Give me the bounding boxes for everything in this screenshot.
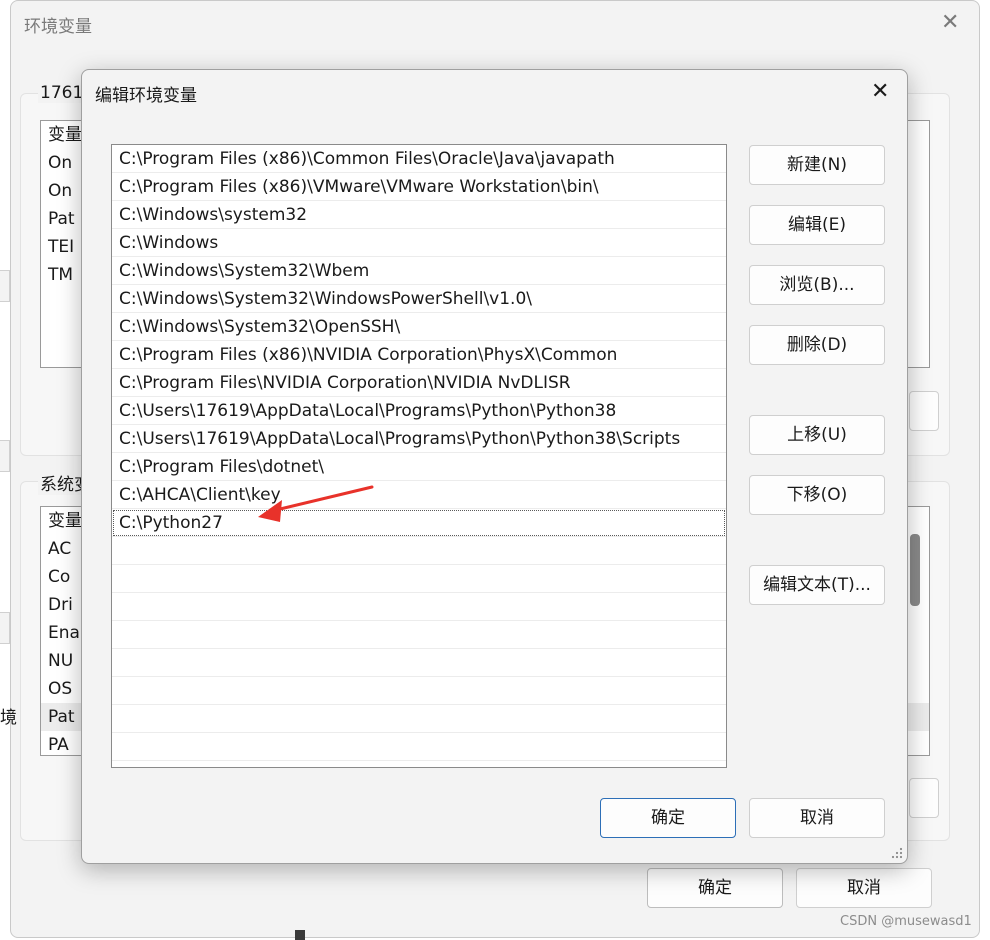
bg-close-icon[interactable]: ✕ (941, 10, 959, 36)
bg-scrollbar-thumb[interactable] (910, 534, 920, 606)
path-entry[interactable]: C:\Program Files (x86)\Common Files\Orac… (112, 145, 726, 173)
move-up-button[interactable]: 上移(U) (749, 415, 885, 455)
empty-row[interactable] (112, 761, 726, 767)
move-down-button[interactable]: 下移(O) (749, 475, 885, 515)
edit-text-button[interactable]: 编辑文本(T)... (749, 565, 885, 605)
empty-row[interactable] (112, 733, 726, 761)
path-entry[interactable]: C:\Windows\System32\WindowsPowerShell\v1… (112, 285, 726, 313)
new-button[interactable]: 新建(N) (749, 145, 885, 185)
empty-row[interactable] (112, 537, 726, 565)
path-entry[interactable]: C:\Users\17619\AppData\Local\Programs\Py… (112, 397, 726, 425)
dialog-close-icon[interactable]: ✕ (871, 79, 889, 105)
resize-grip-icon[interactable] (890, 846, 904, 860)
bg-titlebar: 环境变量 ✕ (11, 1, 979, 47)
dialog-title: 编辑环境变量 (95, 86, 197, 106)
delete-button[interactable]: 删除(D) (749, 325, 885, 365)
watermark: CSDN @musewasd1 (840, 914, 972, 929)
path-entries-list[interactable]: C:\Program Files (x86)\Common Files\Orac… (111, 144, 727, 768)
bg-cancel-button[interactable]: 取消 (796, 868, 932, 908)
cancel-button[interactable]: 取消 (749, 798, 885, 838)
path-entry[interactable]: C:\Windows\System32\OpenSSH\ (112, 313, 726, 341)
path-entry[interactable]: C:\Users\17619\AppData\Local\Programs\Py… (112, 425, 726, 453)
path-entry[interactable]: C:\Program Files\NVIDIA Corporation\NVID… (112, 369, 726, 397)
empty-row[interactable] (112, 593, 726, 621)
bg-ok-button[interactable]: 确定 (647, 868, 783, 908)
bg-window-title: 环境变量 (24, 17, 92, 37)
empty-row[interactable] (112, 677, 726, 705)
user-variables-label: 1761 (38, 83, 86, 103)
left-edge-char: 境 (0, 708, 17, 728)
path-entry[interactable]: C:\Windows\system32 (112, 201, 726, 229)
left-edge-stub (0, 612, 10, 644)
path-entry[interactable]: C:\Program Files (x86)\NVIDIA Corporatio… (112, 341, 726, 369)
empty-row[interactable] (112, 621, 726, 649)
bottom-edge-stub (295, 930, 305, 940)
empty-row[interactable] (112, 565, 726, 593)
edit-environment-variable-dialog: 编辑环境变量 ✕ C:\Program Files (x86)\Common F… (81, 69, 908, 864)
path-entry[interactable]: C:\Windows\System32\Wbem (112, 257, 726, 285)
path-entry[interactable]: C:\Program Files\dotnet\ (112, 453, 726, 481)
left-edge-stub (0, 270, 10, 302)
path-entry[interactable]: C:\Windows (112, 229, 726, 257)
bg-system-button-stub[interactable] (909, 778, 939, 818)
left-edge-stub (0, 440, 10, 472)
path-entry[interactable]: C:\AHCA\Client\key (112, 481, 726, 509)
empty-row[interactable] (112, 705, 726, 733)
edit-button[interactable]: 编辑(E) (749, 205, 885, 245)
empty-row[interactable] (112, 649, 726, 677)
browse-button[interactable]: 浏览(B)... (749, 265, 885, 305)
ok-button[interactable]: 确定 (600, 798, 736, 838)
path-entry[interactable]: C:\Program Files (x86)\VMware\VMware Wor… (112, 173, 726, 201)
bg-user-button-stub[interactable] (909, 391, 939, 431)
path-entry-editing[interactable]: C:\Python27 (112, 509, 726, 537)
